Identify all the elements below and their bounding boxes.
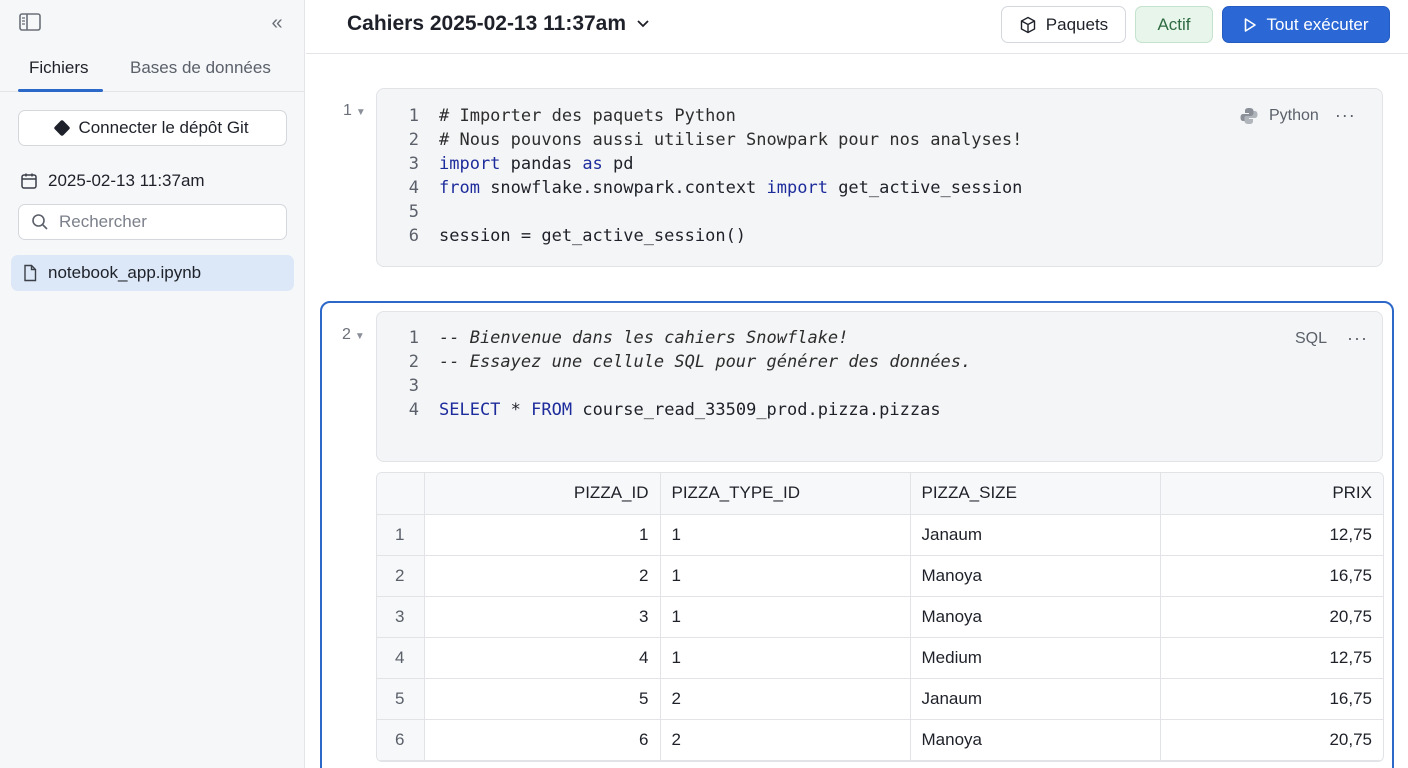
code-line: 1 -- Bienvenue dans les cahiers Snowflake… <box>408 328 849 348</box>
column-header[interactable]: PIZZA_ID <box>424 473 661 515</box>
run-all-button[interactable]: Tout exécuter <box>1222 6 1390 43</box>
table-cell: 1 <box>660 637 911 679</box>
notebook-app: « Fichiers Bases de données Connecter le… <box>0 0 1408 768</box>
search-input[interactable] <box>59 212 279 232</box>
table-cell: Manoya <box>910 596 1161 638</box>
table-cell: Medium <box>910 637 1161 679</box>
cell-language: Python ··· <box>1239 105 1356 126</box>
code-line: 4 from snowflake.snowpark.context import … <box>408 178 1023 198</box>
file-name: notebook_app.ipynb <box>48 263 202 282</box>
table-row[interactable]: 4 4 1 Medium 12,75 <box>377 637 1383 679</box>
notebook-header: Cahiers 2025-02-13 11:37am Paquets Actif… <box>306 0 1408 54</box>
python-icon <box>1240 107 1258 124</box>
table-cell: 2 <box>660 678 911 720</box>
chevron-down-icon <box>637 20 649 28</box>
code-line: 6 session = get_active_session() <box>408 226 747 246</box>
table-cell: 2 <box>660 719 911 761</box>
tab-databases[interactable]: Bases de données <box>130 58 271 78</box>
package-icon <box>1020 16 1035 33</box>
table-cell: 5 <box>424 678 661 720</box>
file-icon <box>24 264 37 282</box>
table-cell: 4 <box>424 637 661 679</box>
column-header[interactable]: PIZZA_SIZE <box>910 473 1161 515</box>
table-row[interactable]: 1 1 1 Janaum 12,75 <box>377 514 1383 556</box>
table-row[interactable]: 3 3 1 Manoya 20,75 <box>377 596 1383 638</box>
status-label: Actif <box>1157 14 1191 34</box>
chevron-down-icon: ▼ <box>354 331 365 342</box>
table-cell: Manoya <box>910 555 1161 597</box>
sidebar-toggle-icon[interactable] <box>18 12 44 34</box>
code-line: 2 # Nous pouvons aussi utiliser Snowpark … <box>408 130 1023 150</box>
language-label: SQL <box>1295 329 1328 347</box>
file-item[interactable]: notebook_app.ipynb <box>11 255 294 291</box>
column-header[interactable]: PRIX <box>1160 473 1383 515</box>
search-box[interactable] <box>18 204 287 240</box>
status-badge[interactable]: Actif <box>1135 6 1213 43</box>
tab-files[interactable]: Fichiers <box>29 58 89 78</box>
code-cell-sql[interactable]: 1 -- Bienvenue dans les cahiers Snowflake… <box>376 311 1383 462</box>
collapse-sidebar-icon[interactable]: « <box>264 12 290 34</box>
notebook-name-row: 2025-02-13 11:37am <box>20 168 205 194</box>
page-title: Cahiers 2025-02-13 11:37am <box>347 12 627 35</box>
table-cell: Janaum <box>910 514 1161 556</box>
connect-git-label: Connecter le dépôt Git <box>78 118 249 137</box>
column-header[interactable]: PIZZA_TYPE_ID <box>660 473 911 515</box>
row-index: 1 <box>377 514 425 556</box>
table-cell: 1 <box>424 514 661 556</box>
language-label: Python <box>1269 106 1319 124</box>
cell-number[interactable]: 2 ▼ <box>342 326 365 344</box>
notebook-name: 2025-02-13 11:37am <box>48 171 205 190</box>
table-cell: Janaum <box>910 678 1161 720</box>
table-row[interactable]: 2 2 1 Manoya 16,75 <box>377 555 1383 597</box>
code-line: 3 import pandas as pd <box>408 154 634 174</box>
git-icon <box>53 119 71 137</box>
packages-button[interactable]: Paquets <box>1001 6 1126 43</box>
table-cell: 2 <box>424 555 661 597</box>
code-line: 2 -- Essayez une cellule SQL pour générer… <box>408 352 972 372</box>
result-table: PIZZA_ID PIZZA_TYPE_ID PIZZA_SIZE PRIX 1… <box>376 472 1384 762</box>
sidebar-tabs: Fichiers Bases de données <box>0 46 304 92</box>
code-line: 5 <box>408 202 419 222</box>
table-cell: 20,75 <box>1160 719 1383 761</box>
sidebar: « Fichiers Bases de données Connecter le… <box>0 0 305 768</box>
run-all-label: Tout exécuter <box>1266 14 1369 34</box>
calendar-icon <box>21 173 37 189</box>
more-options-icon[interactable]: ··· <box>1347 328 1368 349</box>
more-options-icon[interactable]: ··· <box>1335 105 1356 126</box>
table-cell: 20,75 <box>1160 596 1383 638</box>
row-index: 5 <box>377 678 425 720</box>
code-line: 4 SELECT * FROM course_read_33509_prod.pi… <box>408 400 941 420</box>
index-header <box>377 473 425 515</box>
row-index: 3 <box>377 596 425 638</box>
cell-language: SQL ··· <box>1295 328 1368 349</box>
chevron-down-icon: ▼ <box>355 107 366 118</box>
table-cell: 1 <box>660 555 911 597</box>
table-cell: 16,75 <box>1160 555 1383 597</box>
table-cell: 16,75 <box>1160 678 1383 720</box>
table-row[interactable]: 6 6 2 Manoya 20,75 <box>377 719 1383 761</box>
code-line: 3 <box>408 376 419 396</box>
table-cell: 1 <box>660 514 911 556</box>
table-cell: Manoya <box>910 719 1161 761</box>
table-cell: 12,75 <box>1160 637 1383 679</box>
row-index: 6 <box>377 719 425 761</box>
table-row[interactable]: 5 5 2 Janaum 16,75 <box>377 678 1383 720</box>
row-index: 4 <box>377 637 425 679</box>
search-icon <box>32 214 48 230</box>
table-cell: 6 <box>424 719 661 761</box>
table-cell: 12,75 <box>1160 514 1383 556</box>
connect-git-button[interactable]: Connecter le dépôt Git <box>18 110 287 146</box>
play-icon <box>1245 17 1257 32</box>
cell-number[interactable]: 1 ▼ <box>343 102 366 120</box>
table-header-row: PIZZA_ID PIZZA_TYPE_ID PIZZA_SIZE PRIX <box>377 473 1383 515</box>
packages-label: Paquets <box>1045 14 1109 34</box>
notebook-title[interactable]: Cahiers 2025-02-13 11:37am <box>347 12 650 36</box>
table-cell: 1 <box>660 596 911 638</box>
table-cell: 3 <box>424 596 661 638</box>
code-cell-python[interactable]: 1 # Importer des paquets Python 2 # Nous p… <box>376 88 1383 267</box>
row-index: 2 <box>377 555 425 597</box>
active-tab-indicator <box>18 89 103 92</box>
code-line: 1 # Importer des paquets Python <box>408 106 736 126</box>
